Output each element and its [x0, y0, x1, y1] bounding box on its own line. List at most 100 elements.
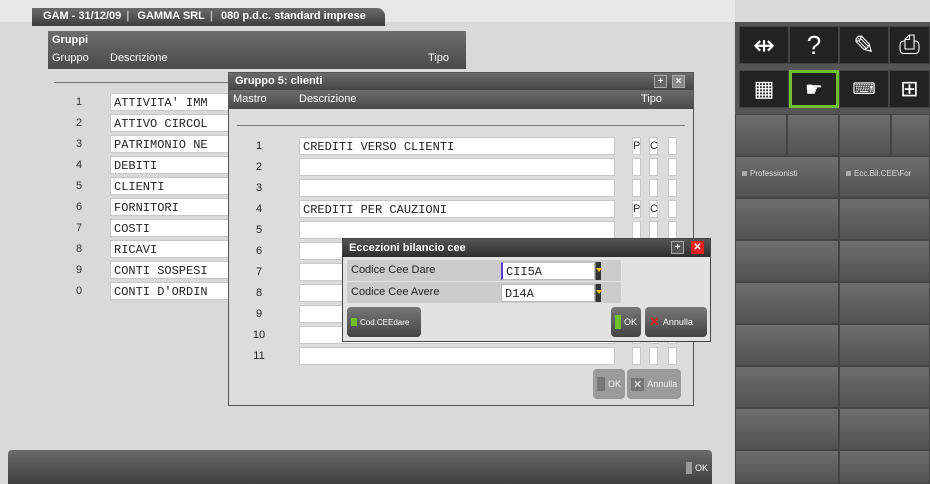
mastro-row[interactable]: 3	[229, 177, 693, 198]
tipo-field-2[interactable]	[649, 158, 658, 176]
dare-label: Codice Cee Dare	[351, 264, 436, 276]
function-cell[interactable]	[839, 114, 891, 156]
tipo-field-2[interactable]: C	[649, 200, 658, 218]
ok-icon	[597, 377, 605, 391]
mastro-row[interactable]: 1 CREDITI VERSO CLIENTI P C	[229, 135, 693, 156]
tipo-field-1[interactable]	[632, 158, 641, 176]
gruppi-row[interactable]: 7 COSTI	[48, 218, 290, 238]
function-cell[interactable]	[839, 198, 930, 240]
codice-cee-dare-input[interactable]: CII5A	[501, 262, 595, 280]
help-icon[interactable]: ?	[789, 26, 839, 64]
col-mastro: Mastro	[233, 93, 267, 105]
function-cell[interactable]	[839, 324, 930, 366]
tipo-field-1[interactable]	[632, 347, 641, 365]
gruppo5-column-header: Mastro Descrizione Tipo	[229, 90, 693, 109]
codice-cee-avere-input[interactable]: D14A	[501, 284, 595, 302]
function-cell[interactable]	[839, 366, 930, 408]
codice-cee-avere-row: Codice Cee Avere D14A	[347, 282, 621, 303]
mastro-row[interactable]: 11	[229, 345, 693, 366]
cod-cee-dare-button[interactable]: Cod.CEEdare	[347, 307, 421, 337]
function-cell[interactable]	[787, 114, 839, 156]
row-number: 8	[255, 287, 263, 299]
row-number: 2	[255, 161, 263, 173]
row-number: 6	[75, 201, 83, 213]
grid-icon[interactable]: ⊞	[889, 70, 930, 108]
pointer-icon[interactable]: ☛	[789, 70, 839, 108]
gruppi-row[interactable]: 1 ATTIVITA' IMM	[48, 92, 290, 112]
gruppi-row[interactable]: 8 RICAVI	[48, 239, 290, 259]
close-icon[interactable]: ×	[672, 75, 685, 88]
function-cell[interactable]	[735, 114, 787, 156]
mastro-row[interactable]: 4 CREDITI PER CAUZIONI P C	[229, 198, 693, 219]
row-number: 9	[75, 264, 83, 276]
dropdown-icon[interactable]	[595, 262, 602, 280]
print-icon[interactable]: ⎙	[889, 26, 930, 64]
gruppi-row[interactable]: 0 CONTI D'ORDIN	[48, 281, 290, 301]
gruppi-row[interactable]: 4 DEBITI	[48, 155, 290, 175]
function-cell[interactable]	[735, 324, 839, 366]
gruppi-row[interactable]: 5 CLIENTI	[48, 176, 290, 196]
maximize-icon[interactable]: +	[654, 75, 667, 88]
function-cell[interactable]	[891, 114, 930, 156]
function-cell[interactable]	[735, 366, 839, 408]
tipo-field-1[interactable]: P	[632, 137, 641, 155]
function-cell[interactable]	[839, 450, 930, 484]
row-number: 1	[255, 140, 263, 152]
gruppo5-annulla-button[interactable]: ✕ Annulla	[627, 369, 682, 399]
gruppi-row[interactable]: 2 ATTIVO CIRCOL	[48, 113, 290, 133]
company-tab[interactable]: GAM - 31/12/09 | GAMMA SRL | 080 p.d.c. st…	[32, 8, 385, 26]
tipo-field-3[interactable]	[668, 200, 677, 218]
function-cell[interactable]	[735, 450, 839, 484]
row-description[interactable]	[299, 158, 615, 176]
function-cell[interactable]	[735, 408, 839, 450]
row-description[interactable]: CREDITI PER CAUZIONI	[299, 200, 615, 218]
function-cell[interactable]	[735, 198, 839, 240]
tipo-field-1[interactable]	[632, 179, 641, 197]
keyboard-icon[interactable]: ⌨	[839, 70, 889, 108]
dropdown-icon[interactable]	[595, 284, 602, 302]
tipo-field-3[interactable]	[668, 137, 677, 155]
professionisti-button[interactable]: Professionisti	[735, 156, 839, 198]
tipo-field-2[interactable]	[649, 179, 658, 197]
tipo-field-1[interactable]: P	[632, 200, 641, 218]
function-cell[interactable]	[839, 282, 930, 324]
eccezioni-title-bar: Eccezioni bilancio cee + ✕	[343, 239, 710, 257]
tipo-field-3[interactable]	[668, 179, 677, 197]
row-description[interactable]	[299, 347, 615, 365]
row-description[interactable]	[299, 179, 615, 197]
cancel-icon: ✕	[631, 377, 645, 391]
navigate-icon[interactable]: ⇹	[739, 26, 789, 64]
gruppi-row[interactable]: 3 PATRIMONIO NE	[48, 134, 290, 154]
gruppi-row[interactable]: 6 FORNITORI	[48, 197, 290, 217]
maximize-icon[interactable]: +	[671, 241, 684, 254]
row-description[interactable]	[299, 221, 615, 239]
col-tipo: Tipo	[641, 93, 662, 105]
edit-icon[interactable]: ✎	[839, 26, 889, 64]
calculator-icon[interactable]: ▦	[739, 70, 789, 108]
tipo-field-3[interactable]	[668, 158, 677, 176]
tipo-field-2[interactable]	[649, 221, 658, 239]
mastro-row[interactable]: 2	[229, 156, 693, 177]
mastro-row[interactable]: 5	[229, 219, 693, 240]
function-cell[interactable]	[839, 240, 930, 282]
tipo-field-3[interactable]	[668, 221, 677, 239]
tipo-field-1[interactable]	[632, 221, 641, 239]
row-description[interactable]: CREDITI VERSO CLIENTI	[299, 137, 615, 155]
ecc-bil-cee-button[interactable]: Ecc.Bil.CEE\For	[839, 156, 930, 198]
function-cell[interactable]	[735, 240, 839, 282]
tipo-field-2[interactable]: C	[649, 137, 658, 155]
gruppi-row[interactable]: 9 CONTI SOSPESI	[48, 260, 290, 280]
eccezioni-annulla-button[interactable]: ✕ Annulla	[645, 307, 707, 337]
tipo-field-2[interactable]	[649, 347, 658, 365]
function-cell[interactable]	[735, 282, 839, 324]
close-icon[interactable]: ✕	[691, 241, 704, 254]
gruppo5-ok-button[interactable]: OK	[593, 369, 626, 399]
eccezioni-ok-button[interactable]: OK	[611, 307, 641, 337]
function-cell[interactable]	[839, 408, 930, 450]
tipo-field-3[interactable]	[668, 347, 677, 365]
bottom-ok-button[interactable]: OK	[685, 462, 708, 474]
col-tipo: Tipo	[428, 52, 449, 64]
eccezioni-title: Eccezioni bilancio cee	[349, 242, 466, 254]
ok-label: OK	[694, 463, 708, 473]
row-number: 5	[255, 224, 263, 236]
